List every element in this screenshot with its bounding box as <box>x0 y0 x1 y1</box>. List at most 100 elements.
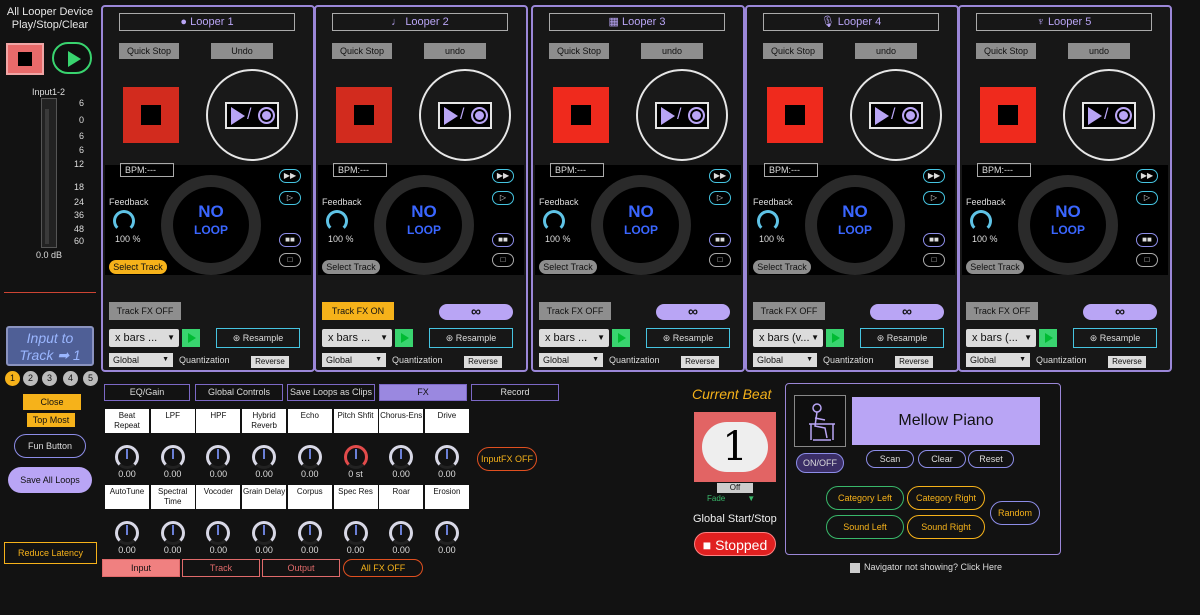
quantization-select[interactable]: Global ▼ <box>539 353 603 367</box>
looper-stop-button[interactable] <box>553 87 609 143</box>
play-record-button[interactable]: / <box>636 69 728 161</box>
fx-knob[interactable] <box>115 445 139 469</box>
track-number-4[interactable]: 4 <box>63 371 78 386</box>
looper-play-button[interactable] <box>826 329 844 347</box>
infinity-loop-button[interactable]: ∞ <box>870 304 944 320</box>
quantization-select[interactable]: Global ▼ <box>322 353 386 367</box>
fx-name-button[interactable]: Grain Delay <box>242 485 287 509</box>
bars-select[interactable]: x bars ... ▼ <box>322 329 392 347</box>
looper-play-button[interactable] <box>182 329 200 347</box>
play-icon[interactable]: ▷ <box>492 191 514 205</box>
fx-knob[interactable] <box>252 521 277 545</box>
quick-stop-button[interactable]: Quick Stop <box>332 43 392 59</box>
fx-name-button[interactable]: Chorus-Ens <box>379 409 424 433</box>
pause-icon[interactable]: ■■ <box>279 233 301 247</box>
feedback-knob[interactable] <box>543 210 565 232</box>
track-fx-button[interactable]: Track FX OFF <box>753 302 825 320</box>
all-fx-off-button[interactable]: All FX OFF <box>343 559 423 577</box>
quick-stop-button[interactable]: Quick Stop <box>763 43 823 59</box>
select-track-button[interactable]: Select Track <box>109 260 167 274</box>
tab-global-controls[interactable]: Global Controls <box>195 384 283 401</box>
pause-icon[interactable]: ■■ <box>1136 233 1158 247</box>
fx-name-button[interactable]: Vocoder <box>196 485 241 509</box>
fx-name-button[interactable]: HPF <box>196 409 241 433</box>
play-record-button[interactable]: / <box>1063 69 1155 161</box>
feedback-knob[interactable] <box>113 210 135 232</box>
fx-name-button[interactable]: Spectral Time <box>150 485 195 509</box>
play-record-button[interactable]: / <box>419 69 511 161</box>
navigator-help-link[interactable]: Navigator not showing? Click Here <box>850 562 1002 573</box>
input-fx-off-button[interactable]: InputFX OFF <box>477 447 537 471</box>
fx-knob[interactable] <box>434 521 459 545</box>
track-number-2[interactable]: 2 <box>23 371 38 386</box>
track-fx-button[interactable]: Track FX ON <box>322 302 394 320</box>
fx-knob[interactable] <box>252 445 277 469</box>
pause-icon[interactable]: ■■ <box>923 233 945 247</box>
sound-right-button[interactable]: Sound Right <box>907 515 985 539</box>
select-track-button[interactable]: Select Track <box>753 260 811 274</box>
play-icon[interactable]: ▷ <box>279 191 301 205</box>
reverse-button[interactable]: Reverse <box>464 356 502 368</box>
pause-icon[interactable]: ■■ <box>709 233 731 247</box>
square-icon[interactable]: □ <box>923 253 945 267</box>
scan-button[interactable]: Scan <box>866 450 914 468</box>
undo-button[interactable]: undo <box>855 43 917 59</box>
tab-input[interactable]: Input <box>102 559 180 577</box>
fx-knob[interactable] <box>297 521 322 545</box>
quantization-select[interactable]: Global ▼ <box>966 353 1030 367</box>
reverse-button[interactable]: Reverse <box>1108 356 1146 368</box>
fun-button[interactable]: Fun Button <box>14 434 86 458</box>
reverse-button[interactable]: Reverse <box>895 356 933 368</box>
select-track-button[interactable]: Select Track <box>966 260 1024 274</box>
undo-button[interactable]: undo <box>641 43 703 59</box>
undo-button[interactable]: undo <box>1068 43 1130 59</box>
fx-name-button[interactable]: Pitch Shfit <box>333 409 378 433</box>
looper-stop-button[interactable] <box>767 87 823 143</box>
looper-stop-button[interactable] <box>123 87 179 143</box>
looper-play-button[interactable] <box>1039 329 1057 347</box>
select-track-button[interactable]: Select Track <box>322 260 380 274</box>
play-icon[interactable]: ▷ <box>709 191 731 205</box>
category-right-button[interactable]: Category Right <box>907 486 985 510</box>
fx-name-button[interactable]: Hybrid Reverb <box>242 409 287 433</box>
select-track-button[interactable]: Select Track <box>539 260 597 274</box>
feedback-knob[interactable] <box>970 210 992 232</box>
feedback-knob[interactable] <box>757 210 779 232</box>
track-fx-button[interactable]: Track FX OFF <box>966 302 1038 320</box>
fx-knob[interactable] <box>343 521 368 545</box>
tab-track[interactable]: Track <box>182 559 260 577</box>
tab-save-loops[interactable]: Save Loops as Clips <box>287 384 375 401</box>
looper-play-button[interactable] <box>612 329 630 347</box>
checkbox[interactable] <box>850 562 860 573</box>
track-number-1[interactable]: 1 <box>5 371 20 386</box>
fx-knob[interactable] <box>343 445 368 469</box>
fx-knob[interactable] <box>160 445 185 469</box>
infinity-loop-button[interactable]: ∞ <box>656 304 730 320</box>
reduce-latency-button[interactable]: Reduce Latency <box>4 542 97 564</box>
fx-knob[interactable] <box>115 521 139 545</box>
play-record-button[interactable]: / <box>850 69 942 161</box>
resample-button[interactable]: ⊛ Resample <box>860 328 944 348</box>
fx-knob[interactable] <box>389 521 414 545</box>
fade-select[interactable]: Fade ▼ <box>707 494 755 503</box>
global-stop-button[interactable] <box>6 43 44 75</box>
bars-select[interactable]: x bars ... ▼ <box>539 329 609 347</box>
stopped-button[interactable]: ■ Stopped <box>694 532 776 556</box>
looper-stop-button[interactable] <box>336 87 392 143</box>
quick-stop-button[interactable]: Quick Stop <box>976 43 1036 59</box>
input-to-track-button[interactable]: Input to Track ➡ 1 <box>6 326 94 366</box>
square-icon[interactable]: □ <box>492 253 514 267</box>
play-icon[interactable]: ▷ <box>1136 191 1158 205</box>
tab-output[interactable]: Output <box>262 559 340 577</box>
fx-knob[interactable] <box>434 445 459 469</box>
instrument-name[interactable]: Mellow Piano <box>852 397 1040 445</box>
fx-name-button[interactable]: Corpus <box>287 485 332 509</box>
save-all-loops-button[interactable]: Save All Loops <box>8 467 92 493</box>
category-left-button[interactable]: Category Left <box>826 486 904 510</box>
fast-forward-icon[interactable]: ▶▶ <box>923 169 945 183</box>
clear-button[interactable]: Clear <box>918 450 966 468</box>
quick-stop-button[interactable]: Quick Stop <box>119 43 179 59</box>
pause-icon[interactable]: ■■ <box>492 233 514 247</box>
fx-knob[interactable] <box>297 445 322 469</box>
fx-knob[interactable] <box>206 445 231 469</box>
